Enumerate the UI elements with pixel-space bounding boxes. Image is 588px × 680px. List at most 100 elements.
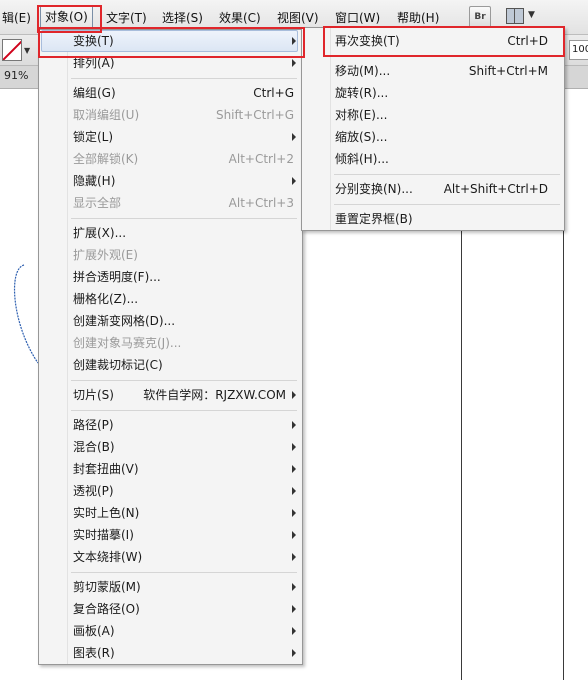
transform-submenu-item[interactable]: 旋转(R)... (335, 82, 548, 104)
menu-item-label: 实时描摹(I) (73, 528, 134, 542)
menu-separator (334, 174, 560, 175)
submenu-arrow-icon (292, 133, 296, 141)
transform-submenu-item[interactable]: 倾斜(H)... (335, 148, 548, 170)
object-menu-item[interactable]: 拼合透明度(F)... (73, 266, 298, 288)
object-menu-item[interactable]: 剪切蒙版(M) (73, 576, 298, 598)
submenu-arrow-icon (292, 177, 296, 185)
object-menu-item[interactable]: 栅格化(Z)... (73, 288, 298, 310)
menu-gutter (330, 28, 331, 230)
transform-submenu-item[interactable]: 分别变换(N)... Alt+Shift+Ctrl+D (335, 178, 548, 200)
menu-item-label: 透视(P) (73, 484, 114, 498)
submenu-arrow-icon (292, 465, 296, 473)
menu-effect[interactable]: 效果(C) (219, 9, 261, 27)
workspace-switcher-button[interactable]: ▼ (504, 6, 542, 26)
object-menu-item[interactable]: 画板(A) (73, 620, 298, 642)
object-menu-item[interactable]: 扩展(X)... (73, 222, 298, 244)
menu-item-label: 旋转(R)... (335, 86, 389, 100)
menu-item-label: 图表(R) (73, 646, 115, 660)
submenu-arrow-icon (292, 487, 296, 495)
object-menu-item[interactable]: 图表(R) (73, 642, 298, 664)
object-menu-item[interactable]: 复合路径(O) (73, 598, 298, 620)
menu-item-label: 全部解锁(K) (73, 152, 139, 166)
object-menu-item: 显示全部 Alt+Ctrl+3 (73, 192, 298, 214)
menu-item-shortcut: Alt+Ctrl+3 (228, 196, 294, 210)
menu-type[interactable]: 文字(T) (106, 9, 147, 27)
menu-item-label: 显示全部 (73, 196, 122, 210)
menu-item-label: 创建对象马赛克(J)... (73, 336, 182, 350)
menu-item-label: 创建裁切标记(C) (73, 358, 163, 372)
artboard-border (563, 229, 564, 680)
menu-item-label: 栅格化(Z)... (73, 292, 139, 306)
object-menu-item[interactable]: 切片(S) 软件自学网：RJZXW.COM (73, 384, 298, 406)
object-menu: 变换(T) 排列(A) 编组(G) Ctrl+G 取消编组(U) Shift+Ctrl+G… (38, 29, 303, 665)
menu-separator (71, 380, 297, 381)
menu-item-label: 切片(S) (73, 388, 114, 402)
menu-item-label: 重置定界框(B) (335, 212, 413, 226)
menu-view[interactable]: 视图(V) (277, 9, 319, 27)
object-menu-item[interactable]: 封套扭曲(V) (73, 458, 298, 480)
menu-window[interactable]: 窗口(W) (335, 9, 380, 27)
menu-item-shortcut: Shift+Ctrl+M (468, 64, 548, 78)
object-menu-item[interactable]: 锁定(L) (73, 126, 298, 148)
menu-item-label: 画板(A) (73, 624, 115, 638)
document-tab-zoom[interactable]: 91% (4, 69, 28, 82)
menu-item-label: 剪切蒙版(M) (73, 580, 141, 594)
menu-item-label: 缩放(S)... (335, 130, 388, 144)
menu-edit[interactable]: 辑(E) (2, 9, 31, 27)
chevron-down-icon[interactable]: ▼ (24, 46, 30, 55)
object-menu-item[interactable]: 实时上色(N) (73, 502, 298, 524)
menu-separator (334, 204, 560, 205)
menu-item-label: 封套扭曲(V) (73, 462, 139, 476)
menu-select[interactable]: 选择(S) (162, 9, 203, 27)
menu-item-label: 移动(M)... (335, 64, 391, 78)
menu-separator (71, 78, 297, 79)
submenu-arrow-icon (292, 605, 296, 613)
transform-submenu-item[interactable]: 移动(M)... Shift+Ctrl+M (335, 60, 548, 82)
menu-item-label: 创建渐变网格(D)... (73, 314, 176, 328)
submenu-arrow-icon (292, 509, 296, 517)
transform-submenu-item[interactable]: 缩放(S)... (335, 126, 548, 148)
object-menu-item[interactable]: 创建渐变网格(D)... (73, 310, 298, 332)
menu-item-shortcut: Alt+Shift+Ctrl+D (443, 182, 548, 196)
menu-separator (71, 572, 297, 573)
workspace-layout-icon (506, 8, 524, 24)
object-menu-item: 创建对象马赛克(J)... (73, 332, 298, 354)
menu-help[interactable]: 帮助(H) (397, 9, 439, 27)
object-menu-item: 全部解锁(K) Alt+Ctrl+2 (73, 148, 298, 170)
object-menu-item[interactable]: 隐藏(H) (73, 170, 298, 192)
menu-item-shortcut: Shift+Ctrl+G (215, 108, 294, 122)
transform-submenu-item[interactable]: 对称(E)... (335, 104, 548, 126)
submenu-arrow-icon (292, 391, 296, 399)
menu-item-shortcut: 软件自学网：RJZXW.COM (143, 388, 286, 402)
artboard-border (461, 229, 462, 680)
menu-item-label: 编组(G) (73, 86, 116, 100)
object-menu-item[interactable]: 混合(B) (73, 436, 298, 458)
menu-item-label: 文本绕排(W) (73, 550, 143, 564)
bridge-button[interactable]: Br (469, 6, 491, 28)
object-menu-item[interactable]: 编组(G) Ctrl+G (73, 82, 298, 104)
menu-item-label: 拼合透明度(F)... (73, 270, 161, 284)
object-menu-item[interactable]: 文本绕排(W) (73, 546, 298, 568)
menu-gutter (67, 30, 68, 664)
object-menu-item[interactable]: 路径(P) (73, 414, 298, 436)
highlight-box-transform (38, 27, 305, 58)
object-menu-item[interactable]: 实时描摹(I) (73, 524, 298, 546)
stroke-none-swatch[interactable] (2, 39, 22, 61)
object-menu-item[interactable]: 创建裁切标记(C) (73, 354, 298, 376)
menu-item-label: 混合(B) (73, 440, 115, 454)
menu-item-label: 路径(P) (73, 418, 114, 432)
submenu-arrow-icon (292, 553, 296, 561)
submenu-arrow-icon (292, 583, 296, 591)
opacity-field[interactable]: 100 (569, 40, 588, 60)
chevron-down-icon: ▼ (528, 10, 535, 20)
submenu-arrow-icon (292, 531, 296, 539)
menu-item-label: 实时上色(N) (73, 506, 140, 520)
transform-submenu: 再次变换(T) Ctrl+D 移动(M)... Shift+Ctrl+M 旋转(R)..… (301, 27, 565, 231)
submenu-arrow-icon (292, 421, 296, 429)
menu-separator (71, 218, 297, 219)
object-menu-item[interactable]: 透视(P) (73, 480, 298, 502)
transform-submenu-item[interactable]: 重置定界框(B) (335, 208, 548, 230)
menu-item-label: 锁定(L) (73, 130, 114, 144)
menu-separator (71, 410, 297, 411)
menu-item-label: 扩展(X)... (73, 226, 127, 240)
